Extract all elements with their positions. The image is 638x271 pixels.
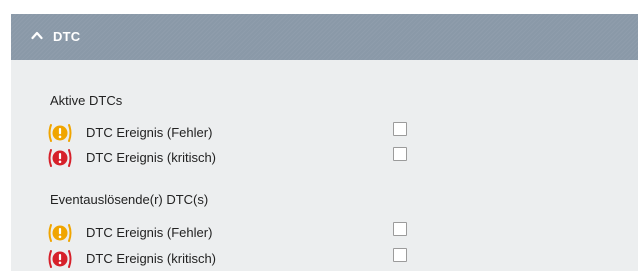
section-label-event-dtcs: Eventauslösende(r) DTC(s)	[50, 192, 209, 207]
section-label-active-dtcs: Aktive DTCs	[50, 93, 123, 108]
dtc-checkbox[interactable]	[393, 222, 407, 236]
list-item: DTC Ereignis (Fehler)	[48, 222, 428, 242]
dtc-checkbox[interactable]	[393, 147, 407, 161]
critical-icon	[48, 149, 72, 167]
list-item: DTC Ereignis (kritisch)	[48, 147, 428, 167]
list-item: DTC Ereignis (kritisch)	[48, 248, 428, 268]
warning-icon	[48, 224, 72, 242]
chevron-up-icon[interactable]	[31, 30, 43, 40]
row-label: DTC Ereignis (kritisch)	[86, 251, 217, 266]
dtc-checkbox[interactable]	[393, 248, 407, 262]
dtc-panel-header[interactable]: DTC	[11, 14, 638, 60]
row-label: DTC Ereignis (Fehler)	[86, 125, 213, 140]
warning-icon	[48, 124, 72, 142]
row-label: DTC Ereignis (Fehler)	[86, 225, 213, 240]
row-label: DTC Ereignis (kritisch)	[86, 150, 217, 165]
dtc-panel: DTC Aktive DTCs DTC Ereignis (Fehler) DT…	[11, 14, 638, 271]
list-item: DTC Ereignis (Fehler)	[48, 122, 428, 142]
dtc-checkbox[interactable]	[393, 122, 407, 136]
critical-icon	[48, 250, 72, 268]
panel-title: DTC	[53, 29, 81, 44]
